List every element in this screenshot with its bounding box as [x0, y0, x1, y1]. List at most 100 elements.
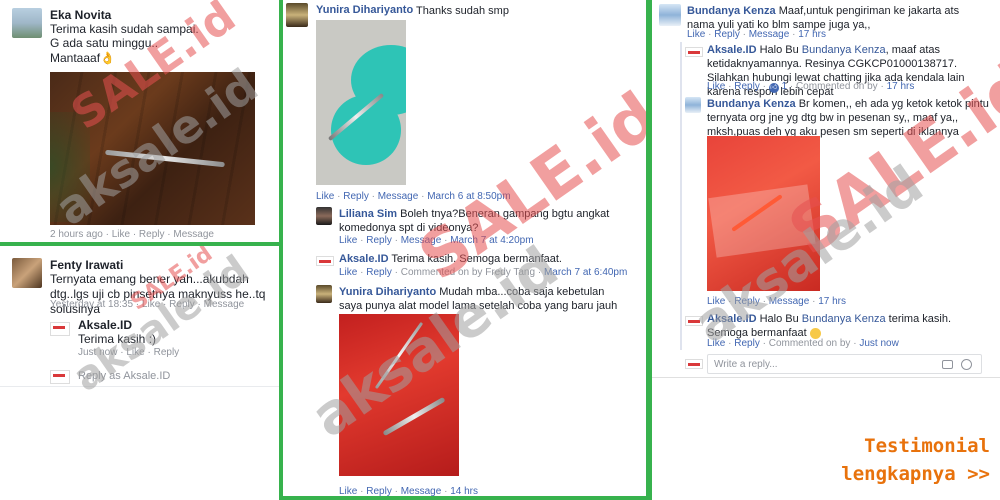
smile-emoji-icon [809, 327, 821, 339]
comment-time[interactable]: Just now [859, 338, 898, 349]
testimonial-panel-1: Eka Novita Terima kasih sudah sampai. G … [0, 0, 279, 242]
message-link[interactable]: Message [378, 191, 419, 202]
reply-as-field[interactable]: Reply as Aksale.ID [78, 369, 170, 383]
message-link[interactable]: Message [401, 235, 442, 246]
commenter-name[interactable]: Yunira Dihariyanto [339, 286, 436, 298]
mention-link[interactable]: Bundanya Kenza [802, 313, 886, 325]
attached-photo[interactable] [316, 20, 406, 185]
comment-text-prefix: Halo Bu [759, 313, 802, 325]
reply-input[interactable]: Write a reply... [707, 354, 982, 374]
comment-time[interactable]: 14 hrs [450, 486, 478, 496]
attached-photo[interactable] [707, 136, 820, 291]
commenter-name[interactable]: Fenty Irawati [50, 258, 123, 272]
comment-actions: Like · Reply · Commented on by Fredy Tan… [339, 267, 628, 278]
thread-line [680, 42, 682, 350]
avatar[interactable] [685, 97, 701, 113]
reply-link[interactable]: Reply [343, 191, 369, 202]
comment-body: Bundanya Kenza Br komen,, eh ada yg keto… [707, 97, 992, 139]
reply-link[interactable]: Reply [734, 296, 760, 307]
like-link[interactable]: Like [339, 267, 357, 278]
divider [0, 386, 279, 387]
reply-link[interactable]: Reply [366, 267, 392, 278]
reply-placeholder: Write a reply... [714, 359, 778, 370]
commenter-name[interactable]: Yunira Dihariyanto [316, 4, 413, 16]
like-link[interactable]: Like [339, 235, 357, 246]
avatar[interactable] [12, 258, 42, 288]
comment-actions: Like · Reply · Message · March 7 at 4:20… [339, 235, 534, 246]
comment-text: Thanks sudah smp [416, 5, 509, 17]
aksale-logo [316, 256, 334, 266]
comment-line: Mantaaaf👌 [50, 51, 115, 65]
reply-link[interactable]: Reply [366, 235, 392, 246]
frame-bottom-middle [279, 496, 649, 500]
like-link[interactable]: Like [126, 347, 144, 358]
like-link[interactable]: Like [707, 296, 725, 307]
aksale-logo [50, 370, 70, 384]
reply-link[interactable]: Reply [734, 81, 760, 92]
comment-time[interactable]: March 7 at 4:20pm [450, 235, 533, 246]
message-link[interactable]: Message [749, 29, 790, 40]
comment-actions: Like · Reply · Message · 17 hrs [707, 296, 846, 307]
camera-icon[interactable] [942, 360, 953, 369]
commenter-name[interactable]: Liliana Sim [339, 208, 397, 220]
comment-line: Terima kasih sudah sampai. [50, 22, 199, 36]
comment-actions: Like · Reply · Message · 14 hrs [339, 486, 478, 496]
testimonial-link[interactable]: Testimonial lengkapnya >> [800, 432, 990, 488]
comment-actions: Yesterday at 18:35 · Like · Reply · Mess… [50, 299, 245, 310]
commenter-name[interactable]: Bundanya Kenza [707, 98, 796, 110]
comment-actions: Like · Reply · 👍︎ 1 · Commented on by · … [707, 81, 915, 93]
cta-line1[interactable]: Testimonial [800, 432, 990, 460]
commenter-name[interactable]: Aksale.ID [707, 313, 757, 325]
message-link[interactable]: Message [769, 296, 810, 307]
avatar[interactable] [286, 3, 308, 27]
comment-text-prefix: Halo Bu [759, 44, 802, 56]
commented-on-note: Commented on by [795, 81, 878, 92]
comment-actions: Like · Reply · Commented on by · Just no… [707, 338, 899, 349]
comment-time[interactable]: 17 hrs [798, 29, 826, 40]
comment-body: Bundanya Kenza Maaf,untuk pengiriman ke … [687, 4, 987, 32]
emoji-icon[interactable] [961, 359, 972, 370]
comment-time[interactable]: Yesterday at 18:35 [50, 299, 133, 310]
comment-time[interactable]: 17 hrs [818, 296, 846, 307]
commenter-name[interactable]: Bundanya Kenza [687, 5, 776, 17]
like-link[interactable]: Like [707, 338, 725, 349]
attached-photo[interactable] [50, 72, 255, 225]
aksale-logo [685, 359, 703, 369]
comment-time[interactable]: 17 hrs [887, 81, 915, 92]
reply-author[interactable]: Aksale.ID [78, 318, 132, 332]
reply-link[interactable]: Reply [169, 299, 195, 310]
comment-body: Aksale.ID Halo Bu Bundanya Kenza terima … [707, 312, 992, 340]
commenter-name[interactable]: Eka Novita [50, 8, 111, 22]
commenter-name[interactable]: Aksale.ID [339, 253, 389, 265]
reply-link[interactable]: Reply [154, 347, 180, 358]
avatar[interactable] [316, 207, 332, 225]
cta-line2[interactable]: lengkapnya >> [800, 460, 990, 488]
comment-line: G ada satu minggu.. [50, 36, 159, 50]
reply-link[interactable]: Reply [714, 29, 740, 40]
like-link[interactable]: Like [707, 81, 725, 92]
aksale-logo [685, 47, 703, 57]
like-link[interactable]: Like [687, 29, 705, 40]
testimonial-panel-2: Fenty Irawati Ternyata emang bener yah..… [0, 246, 279, 500]
comment-text: Terima kasih. Semoga bermanfaat. [391, 253, 562, 265]
avatar[interactable] [659, 4, 681, 26]
reply-link[interactable]: Reply [734, 338, 760, 349]
comment-actions: Like · Reply · Message · March 6 at 8:50… [316, 191, 511, 202]
avatar[interactable] [316, 285, 332, 303]
message-link[interactable]: Message [204, 299, 245, 310]
reply-actions: Just now · Like · Reply [78, 347, 180, 358]
commenter-name[interactable]: Aksale.ID [707, 44, 757, 56]
mention-link[interactable]: Bundanya Kenza [802, 44, 886, 56]
message-link[interactable]: Message [401, 486, 442, 496]
reply-link[interactable]: Reply [366, 486, 392, 496]
aksale-logo [685, 316, 703, 326]
like-link[interactable]: Like [316, 191, 334, 202]
attached-photo[interactable] [339, 314, 459, 476]
comment-time[interactable]: March 7 at 6:40pm [544, 267, 627, 278]
like-thumb-icon: 👍︎ [768, 83, 779, 93]
like-link[interactable]: Like [142, 299, 160, 310]
comment-time[interactable]: March 6 at 8:50pm [427, 191, 510, 202]
comment-text: Ternyata emang bener yah...akubdah dtg..… [50, 272, 266, 316]
like-link[interactable]: Like [339, 486, 357, 496]
avatar[interactable] [12, 8, 42, 38]
